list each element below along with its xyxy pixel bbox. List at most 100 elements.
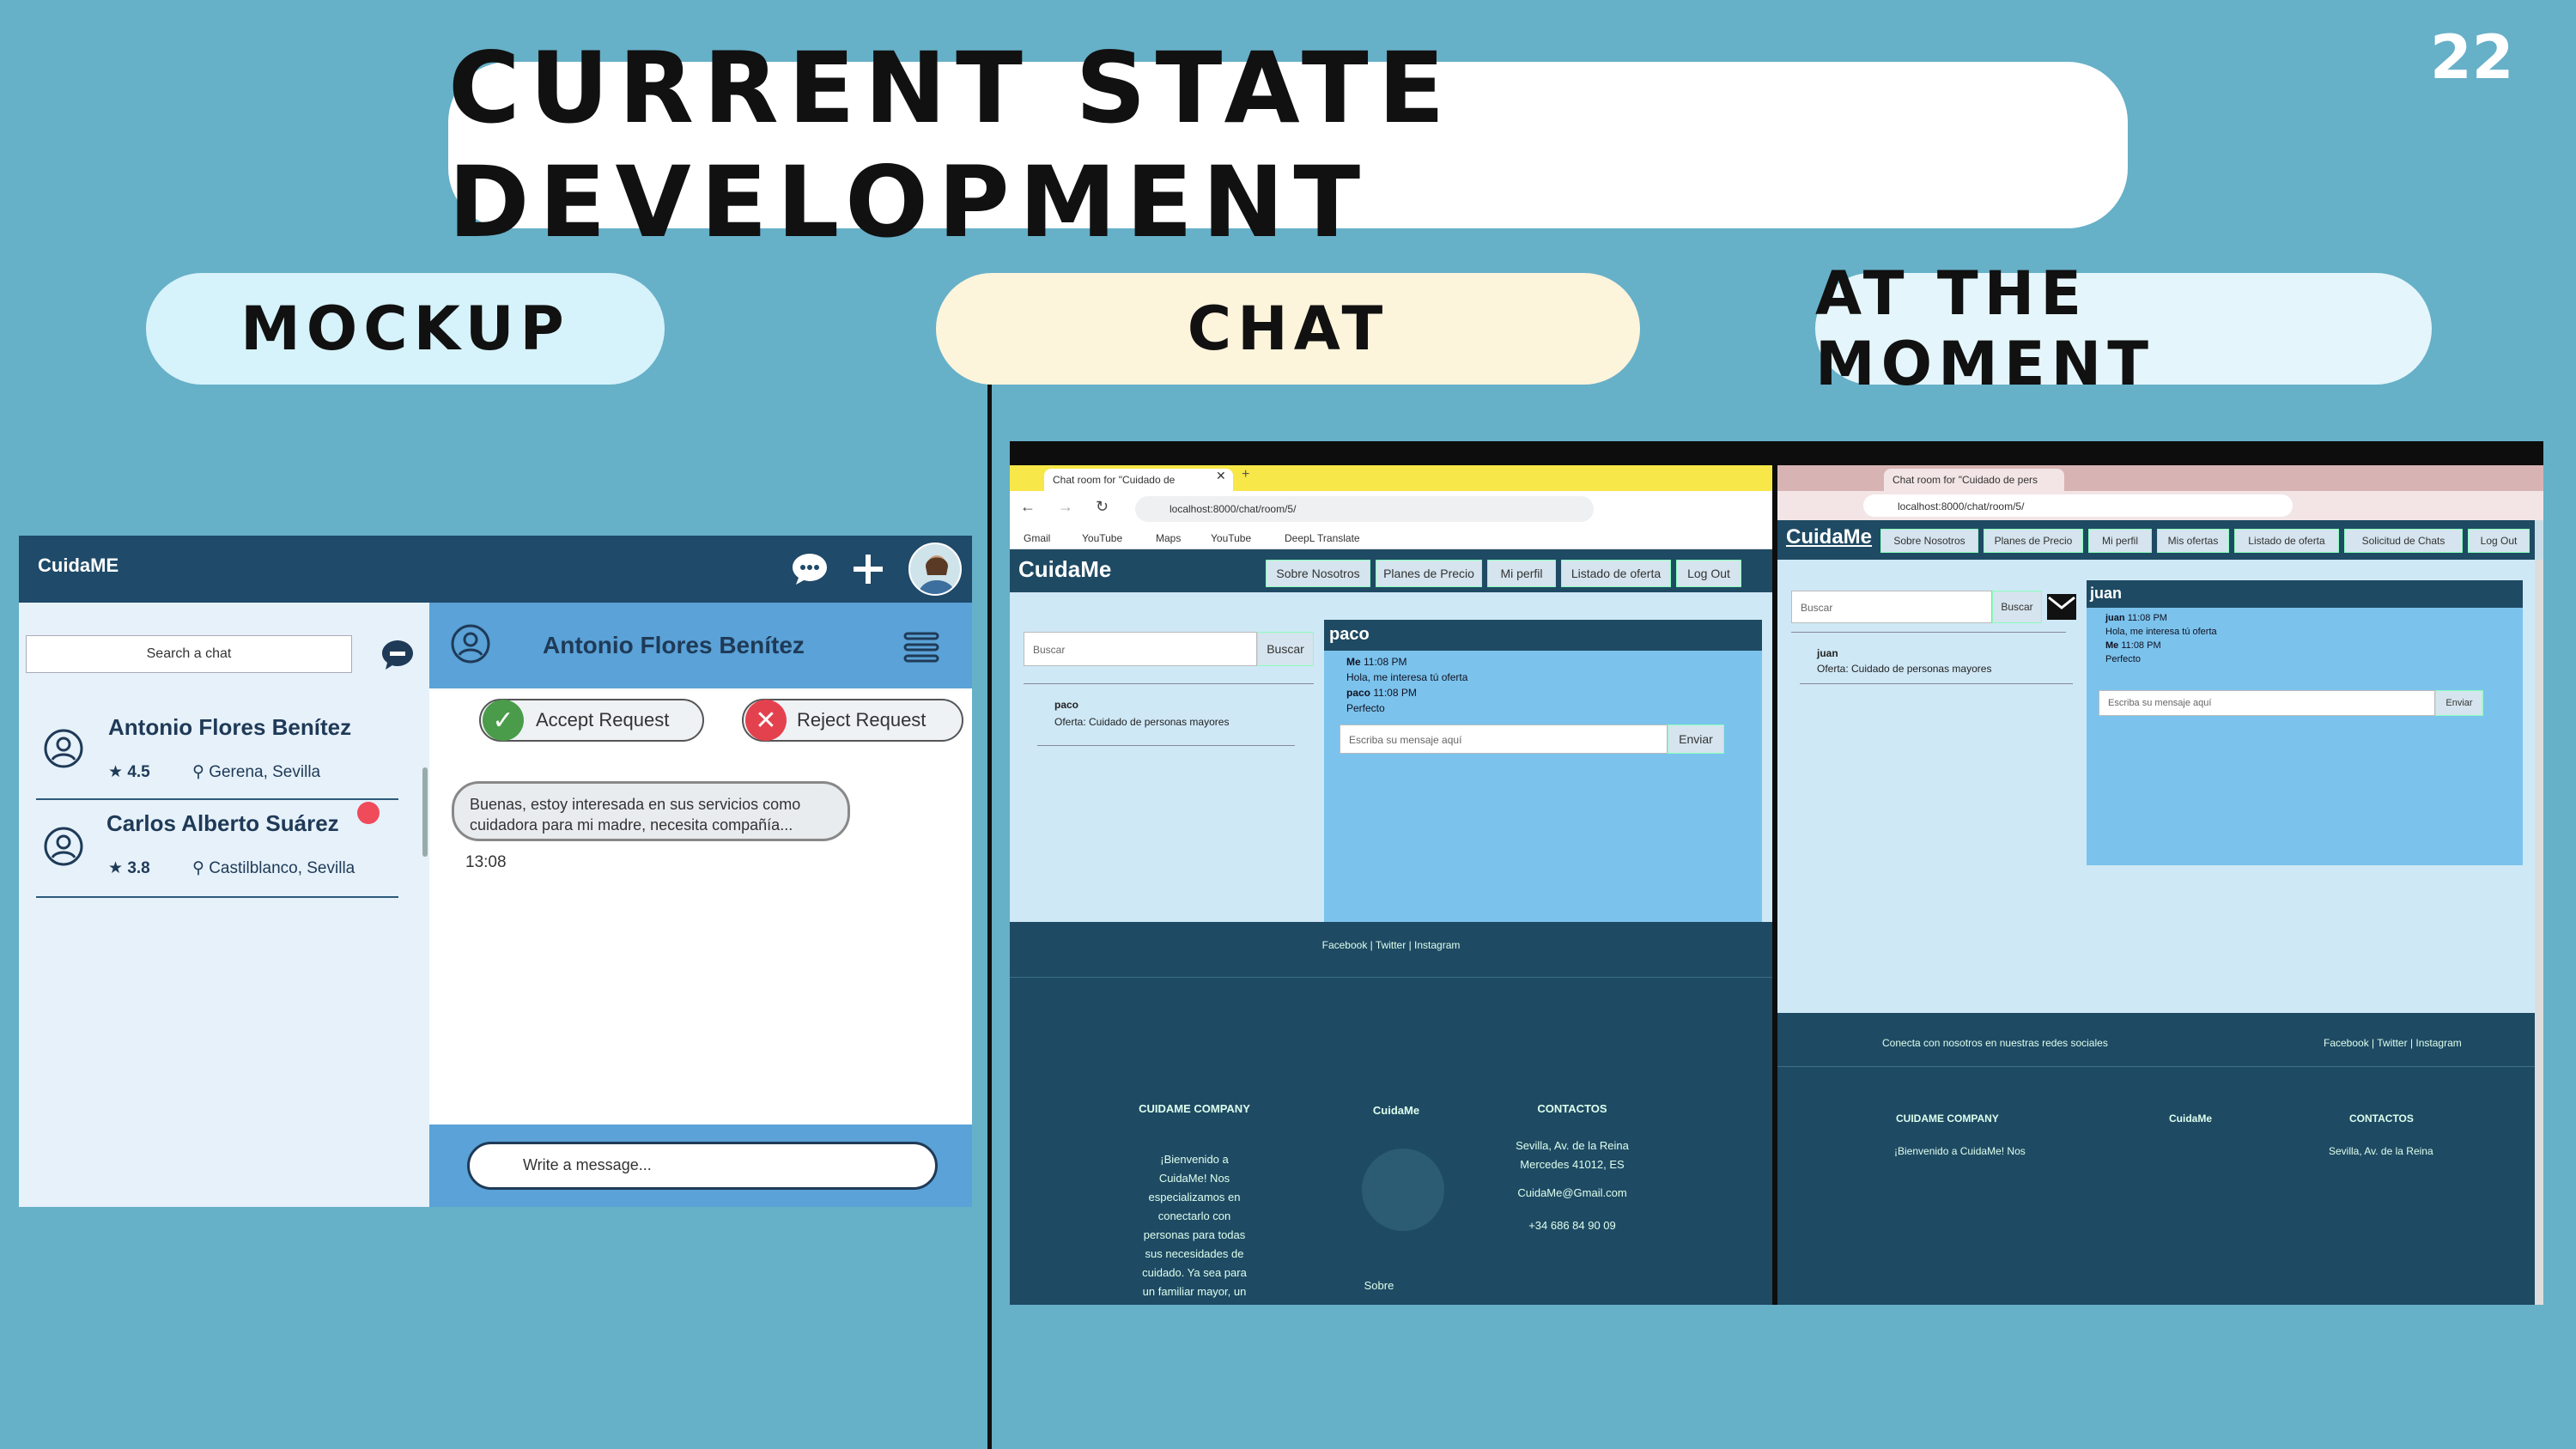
bookmark[interactable]: Gmail <box>1024 532 1050 544</box>
nav-link[interactable]: Listado de oferta <box>2234 529 2339 553</box>
social-links[interactable]: Facebook | Twitter | Instagram <box>2324 1037 2462 1049</box>
mockup-label: MOCKUP <box>146 273 665 385</box>
message-input[interactable]: Escriba su mensaje aquí <box>2099 690 2435 716</box>
send-button[interactable]: Enviar <box>2435 690 2483 716</box>
new-chat-icon[interactable] <box>380 637 416 673</box>
chat-mockup: CuidaME Search a chat Antonio Flores Ben… <box>19 536 972 1207</box>
chat-message-text: Perfecto <box>1346 702 1385 714</box>
room-offer[interactable]: Oferta: Cuidado de personas mayores <box>1054 716 1229 728</box>
nav-link[interactable]: Log Out <box>1676 560 1741 587</box>
close-icon: ✕ <box>745 700 787 741</box>
browser-tab[interactable]: Chat room for "Cuidado de <box>1044 469 1233 491</box>
chat-contact-name: Antonio Flores Benítez <box>543 632 805 658</box>
chat-title: paco <box>1324 620 1762 651</box>
footer-separator <box>1777 1066 2535 1067</box>
left-browser-window: Chat room for "Cuidado de ✕ + ← → ↻ loca… <box>1010 465 1772 1305</box>
room-search-input[interactable]: Buscar <box>1024 632 1257 666</box>
nav-link[interactable]: Planes de Precio <box>1984 529 2083 553</box>
footer-company: CUIDAME COMPANY <box>1139 1102 1250 1115</box>
site-brand[interactable]: CuidaMe <box>1786 525 1872 549</box>
room-user[interactable]: juan <box>1817 647 1838 659</box>
contact-avatar-icon <box>43 728 84 769</box>
nav-link[interactable]: Listado de oferta <box>1561 560 1671 587</box>
footer-contacts: CONTACTOS <box>2349 1113 2414 1125</box>
star-icon: ★ <box>108 763 128 781</box>
search-chat-input[interactable]: Search a chat <box>26 635 352 673</box>
bookmark[interactable]: DeepL Translate <box>1285 532 1360 544</box>
user-avatar[interactable] <box>908 543 962 596</box>
footer-address: Sevilla, Av. de la Reina <box>2329 1145 2433 1157</box>
nav-link[interactable]: Mi perfil <box>1487 560 1556 587</box>
contact-separator <box>36 798 398 800</box>
footer-about: ¡Bienvenido a CuidaMe! Nos especializamo… <box>1142 1153 1247 1298</box>
message-time: 13:08 <box>465 853 507 871</box>
room-search-input[interactable]: Buscar <box>1791 591 1992 623</box>
unread-badge <box>357 802 380 824</box>
send-button[interactable]: Enviar <box>1668 724 1724 754</box>
message-input[interactable]: Escriba su mensaje aquí <box>1340 724 1668 754</box>
separator <box>1800 683 2073 684</box>
site-footer <box>1777 1013 2535 1305</box>
page-scrollbar[interactable] <box>2535 560 2543 1305</box>
nav-link[interactable]: Mi perfil <box>2088 529 2152 553</box>
at-the-moment-label: AT THE MOMENT <box>1815 258 2432 399</box>
slide-title: CURRENT STATE DEVELOPMENT <box>448 31 2128 259</box>
room-user[interactable]: paco <box>1054 699 1078 711</box>
footer-email: CuidaMe@Gmail.com <box>1517 1186 1627 1199</box>
nav-link[interactable]: Log Out <box>2468 529 2530 553</box>
mockup-brand: CuidaME <box>38 555 119 576</box>
check-icon: ✓ <box>483 700 524 741</box>
contact-name[interactable]: Carlos Alberto Suárez <box>106 810 339 837</box>
chat-message: juan 11:08 PM <box>2105 613 2167 623</box>
separator <box>1024 683 1314 684</box>
accept-request-button[interactable]: ✓ Accept Request <box>479 699 704 742</box>
footer-company: CUIDAME COMPANY <box>1896 1113 1999 1125</box>
footer-welcome: ¡Bienvenido a CuidaMe! Nos <box>1894 1145 2026 1157</box>
bookmark[interactable]: YouTube <box>1211 532 1251 544</box>
contact-location: ⚲ Castilblanco, Sevilla <box>192 859 355 877</box>
new-tab-icon[interactable]: + <box>1242 467 1249 482</box>
contact-name[interactable]: Antonio Flores Benítez <box>108 714 351 741</box>
nav-link[interactable]: Sobre Nosotros <box>1266 560 1370 587</box>
menu-icon[interactable] <box>903 630 939 664</box>
separator <box>1791 632 2066 633</box>
room-offer[interactable]: Oferta: Cuidado de personas mayores <box>1817 663 1991 675</box>
plus-icon[interactable] <box>848 549 888 589</box>
close-tab-icon[interactable]: ✕ <box>1216 469 1226 483</box>
bookmark[interactable]: YouTube <box>1082 532 1122 544</box>
footer-brand: CuidaMe <box>1372 1104 1420 1117</box>
current-implementation-screenshots: Chat room for "Cuidado de ✕ + ← → ↻ loca… <box>1010 441 2543 1305</box>
contact-location: ⚲ Gerena, Sevilla <box>192 763 321 781</box>
url-bar[interactable]: localhost:8000/chat/room/5/ <box>1863 494 2293 517</box>
sidebar-scrollbar[interactable] <box>422 767 428 857</box>
forward-arrow-icon[interactable]: → <box>1058 498 1073 516</box>
social-links[interactable]: Facebook | Twitter | Instagram <box>1010 939 1772 951</box>
url-bar[interactable]: localhost:8000/chat/room/5/ <box>1135 496 1594 522</box>
footer-brand: CuidaMe <box>2169 1113 2213 1125</box>
nav-link[interactable]: Solicitud de Chats <box>2344 529 2463 553</box>
reload-icon[interactable]: ↻ <box>1096 498 1109 516</box>
footer-separator <box>1010 977 1772 978</box>
nav-link[interactable]: Planes de Precio <box>1376 560 1482 587</box>
browser-tab[interactable]: Chat room for "Cuidado de pers <box>1884 469 2064 491</box>
message-input[interactable]: Write a message... <box>467 1142 938 1190</box>
mockup-sidebar <box>19 603 429 1207</box>
bookmark[interactable]: Maps <box>1156 532 1181 544</box>
nav-link[interactable]: Mis ofertas <box>2157 529 2229 553</box>
envelope-icon[interactable] <box>2047 594 2076 620</box>
logo-icon <box>1362 1149 1444 1231</box>
room-search-button[interactable]: Buscar <box>1992 591 2042 623</box>
reject-request-button[interactable]: ✕ Reject Request <box>742 699 963 742</box>
back-arrow-icon[interactable]: ← <box>1020 498 1036 516</box>
message-bubble: Buenas, estoy interesada en sus servicio… <box>452 781 850 841</box>
right-browser-window: Chat room for "Cuidado de pers localhost… <box>1777 465 2543 1305</box>
nav-link[interactable]: Sobre Nosotros <box>1880 529 1978 553</box>
contact-avatar-icon <box>450 623 491 664</box>
footer-sobre: Sobre <box>1364 1279 1394 1292</box>
site-brand[interactable]: CuidaMe <box>1018 556 1111 583</box>
contact-separator <box>36 896 398 898</box>
contact-rating: ★ 4.5 <box>108 763 150 781</box>
chat-message-text: Hola, me interesa tú oferta <box>2105 627 2217 637</box>
chat-bubble-icon[interactable] <box>790 549 829 589</box>
room-search-button[interactable]: Buscar <box>1257 632 1314 666</box>
